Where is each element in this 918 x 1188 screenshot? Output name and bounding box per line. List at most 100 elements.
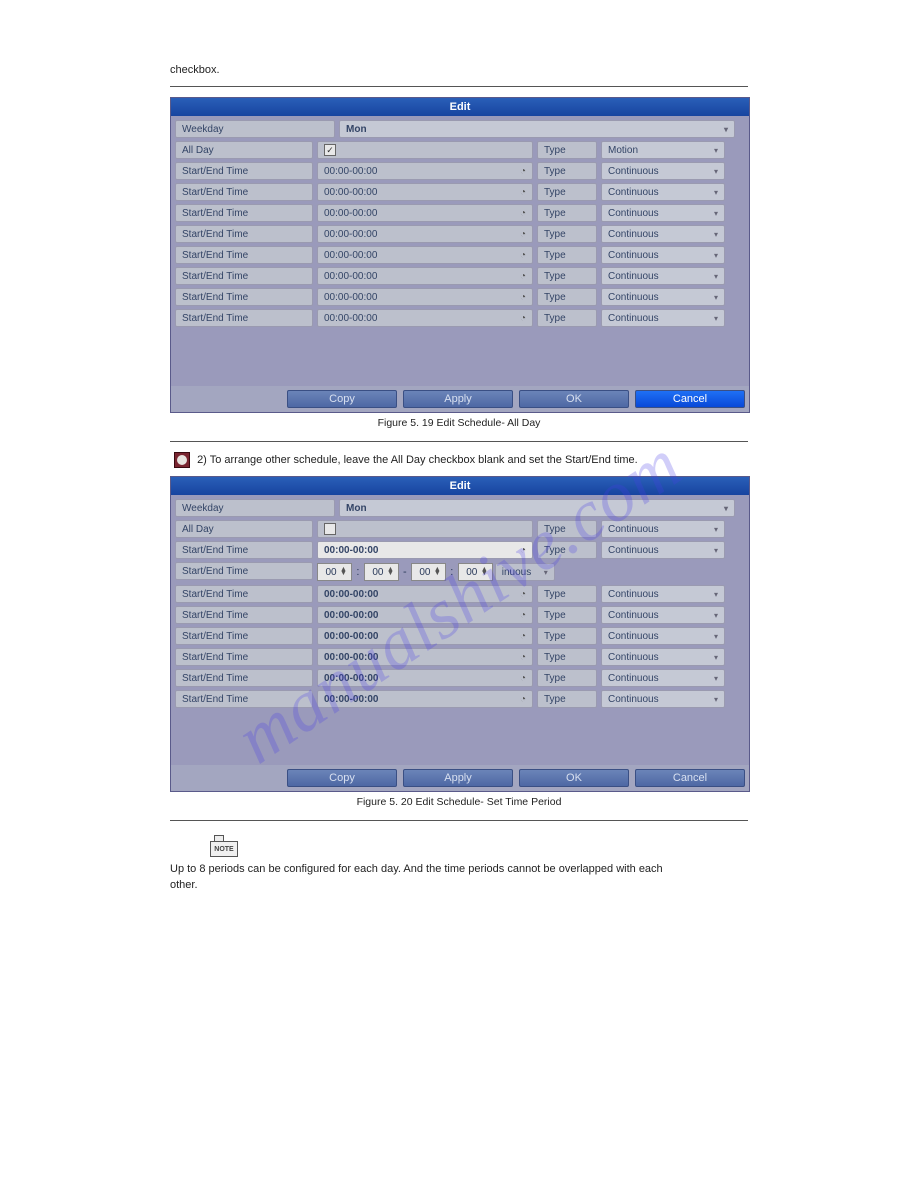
time-separator: : xyxy=(448,566,456,578)
time-field[interactable]: 00:00-00:00◔ xyxy=(317,627,533,645)
chevron-down-icon: ▾ xyxy=(714,209,718,218)
type-select[interactable]: Continuous▾ xyxy=(601,606,725,624)
time-row-label: Start/End Time xyxy=(175,309,313,327)
time-row-label: Start/End Time xyxy=(175,669,313,687)
time-row-label: Start/End Time xyxy=(175,606,313,624)
chevron-down-icon: ▾ xyxy=(714,146,718,155)
type-select-partial[interactable]: inuous▾ xyxy=(495,563,555,581)
allday-checkbox[interactable] xyxy=(324,523,336,535)
type-select[interactable]: Continuous▾ xyxy=(601,541,725,559)
note-text-2: other. xyxy=(170,879,748,891)
type-label: Type xyxy=(537,690,597,708)
cancel-button[interactable]: Cancel xyxy=(635,769,745,787)
apply-button[interactable]: Apply xyxy=(403,769,513,787)
weekday-value: Mon xyxy=(346,124,367,135)
time-spinner[interactable]: 00▲▼ : 00▲▼ - 00▲▼ : 00▲▼ inuous▾ xyxy=(317,562,677,582)
ok-button[interactable]: OK xyxy=(519,769,629,787)
copy-button[interactable]: Copy xyxy=(287,390,397,408)
allday-cell xyxy=(317,520,533,538)
hour-start-spinner[interactable]: 00▲▼ xyxy=(317,563,352,581)
cancel-button[interactable]: Cancel xyxy=(635,390,745,408)
min-start-spinner[interactable]: 00▲▼ xyxy=(364,563,399,581)
min-end-spinner[interactable]: 00▲▼ xyxy=(458,563,493,581)
note-text-1: Up to 8 periods can be configured for ea… xyxy=(170,863,748,875)
time-field[interactable]: 00:00-00:00◔ xyxy=(317,288,533,306)
copy-button[interactable]: Copy xyxy=(287,769,397,787)
clock-icon: ◔ xyxy=(520,610,526,621)
panel-title: Edit xyxy=(171,98,749,116)
hour-end-spinner[interactable]: 00▲▼ xyxy=(411,563,446,581)
type-select[interactable]: Continuous▾ xyxy=(601,585,725,603)
edit-panel-2: Edit Weekday Mon ▾ All Day Type Continuo… xyxy=(170,476,750,792)
type-select[interactable]: Continuous▾ xyxy=(601,246,725,264)
time-field[interactable]: 00:00-00:00◔ xyxy=(317,162,533,180)
weekday-label: Weekday xyxy=(175,499,335,517)
type-label: Type xyxy=(537,520,597,538)
chevron-down-icon: ▾ xyxy=(714,590,718,599)
panel-title: Edit xyxy=(171,477,749,495)
time-field[interactable]: 00:00-00:00◔ xyxy=(317,267,533,285)
type-label: Type xyxy=(537,669,597,687)
weekday-select[interactable]: Mon ▾ xyxy=(339,120,735,138)
type-select[interactable]: Continuous▾ xyxy=(601,309,725,327)
chevron-down-icon: ▾ xyxy=(714,525,718,534)
chevron-down-icon: ▾ xyxy=(714,632,718,641)
allday-checkbox[interactable]: ✓ xyxy=(324,144,336,156)
clock-icon: ◔ xyxy=(520,545,526,556)
time-row-label: Start/End Time xyxy=(175,225,313,243)
chevron-down-icon: ▾ xyxy=(714,167,718,176)
type-select[interactable]: Continuous▾ xyxy=(601,669,725,687)
time-row-label: Start/End Time xyxy=(175,541,313,559)
time-field[interactable]: 00:00-00:00◔ xyxy=(317,648,533,666)
chevron-down-icon: ▾ xyxy=(724,125,728,134)
time-row-label: Start/End Time xyxy=(175,585,313,603)
type-label: Type xyxy=(537,267,597,285)
time-row-label: Start/End Time xyxy=(175,648,313,666)
time-field[interactable]: 00:00-00:00◔ xyxy=(317,183,533,201)
type-select[interactable]: Continuous▾ xyxy=(601,627,725,645)
allday-type-select[interactable]: Continuous ▾ xyxy=(601,520,725,538)
allday-type-select[interactable]: Motion ▾ xyxy=(601,141,725,159)
time-field[interactable]: 00:00-00:00◔ xyxy=(317,309,533,327)
time-field[interactable]: 00:00-00:00◔ xyxy=(317,204,533,222)
clock-icon: ◔ xyxy=(520,313,526,324)
type-select[interactable]: Continuous▾ xyxy=(601,648,725,666)
time-field[interactable]: 00:00-00:00◔ xyxy=(317,669,533,687)
chevron-down-icon: ▾ xyxy=(544,568,548,577)
divider xyxy=(170,86,748,87)
time-row-label: Start/End Time xyxy=(175,627,313,645)
clock-icon: ◔ xyxy=(520,292,526,303)
type-select[interactable]: Continuous▾ xyxy=(601,288,725,306)
note-icon: NOTE xyxy=(210,835,238,859)
time-row-label: Start/End Time xyxy=(175,690,313,708)
type-select[interactable]: Continuous▾ xyxy=(601,162,725,180)
chevron-down-icon: ▾ xyxy=(714,272,718,281)
clock-icon: ◔ xyxy=(520,208,526,219)
chevron-down-icon: ▾ xyxy=(714,695,718,704)
time-field-active[interactable]: 00:00-00:00◔ xyxy=(317,541,533,559)
time-field[interactable]: 00:00-00:00◔ xyxy=(317,246,533,264)
type-select[interactable]: Continuous▾ xyxy=(601,690,725,708)
time-row-label: Start/End Time xyxy=(175,183,313,201)
type-select[interactable]: Continuous▾ xyxy=(601,267,725,285)
clock-icon: ◔ xyxy=(520,250,526,261)
range-separator: - xyxy=(401,566,409,578)
clock-icon: ◔ xyxy=(520,652,526,663)
apply-button[interactable]: Apply xyxy=(403,390,513,408)
time-row-label: Start/End Time xyxy=(175,162,313,180)
ok-button[interactable]: OK xyxy=(519,390,629,408)
time-field[interactable]: 00:00-00:00◔ xyxy=(317,606,533,624)
weekday-value: Mon xyxy=(346,503,367,514)
chevron-down-icon: ▾ xyxy=(714,674,718,683)
body-text-top: checkbox. xyxy=(170,64,748,76)
time-field[interactable]: 00:00-00:00◔ xyxy=(317,225,533,243)
figure-caption-2: Figure 5. 20 Edit Schedule- Set Time Per… xyxy=(170,796,748,808)
type-select[interactable]: Continuous▾ xyxy=(601,204,725,222)
time-field[interactable]: 00:00-00:00◔ xyxy=(317,690,533,708)
type-select[interactable]: Continuous▾ xyxy=(601,225,725,243)
weekday-select[interactable]: Mon ▾ xyxy=(339,499,735,517)
clock-icon: ◔ xyxy=(520,694,526,705)
time-separator: : xyxy=(354,566,362,578)
type-select[interactable]: Continuous▾ xyxy=(601,183,725,201)
time-field[interactable]: 00:00-00:00◔ xyxy=(317,585,533,603)
